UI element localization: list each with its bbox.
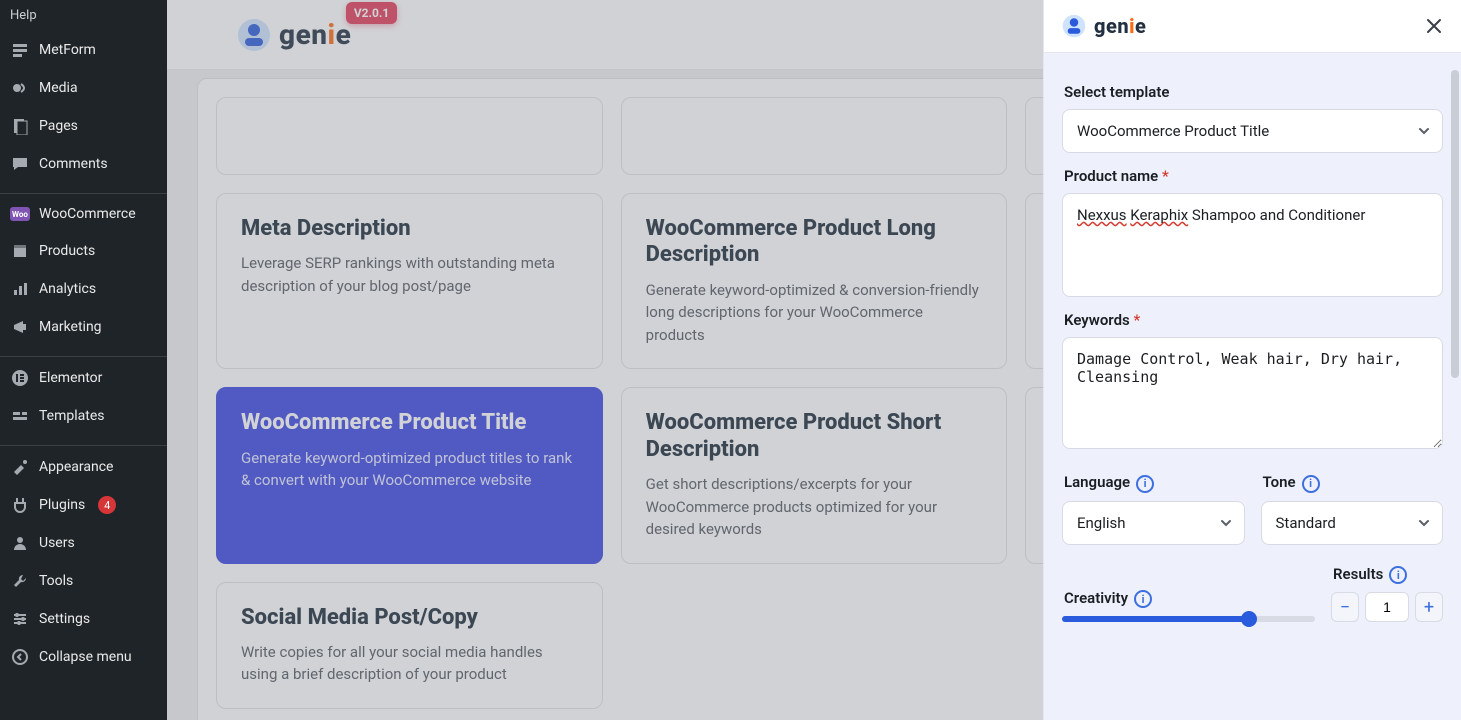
wp-items-container: MetForm Media Pages Comments Woo WooCommerce P… — [0, 31, 167, 676]
results-stepper: − + — [1331, 592, 1443, 622]
metform-icon — [10, 41, 30, 59]
panel-scrollbar[interactable] — [1451, 70, 1459, 712]
panel-header: genie — [1044, 0, 1461, 53]
collapse-icon — [10, 648, 30, 666]
marketing-icon — [10, 318, 30, 336]
sidebar-item-label: Appearance — [39, 459, 113, 475]
tone-select[interactable]: Standard — [1261, 501, 1444, 545]
sidebar-item-label: Analytics — [39, 281, 96, 297]
sidebar-item-label: Collapse menu — [39, 649, 132, 665]
panel-body: Select template WooCommerce Product Titl… — [1044, 53, 1461, 720]
sidebar-item-products[interactable]: Products — [0, 232, 167, 270]
sidebar-item-label: Templates — [39, 408, 105, 424]
sidebar-item-marketing[interactable]: Marketing — [0, 308, 167, 346]
sidebar-item-media[interactable]: Media — [0, 69, 167, 107]
sidebar-item-label: Users — [39, 535, 75, 551]
sidebar-item-pages[interactable]: Pages — [0, 107, 167, 145]
sidebar-item-label: WooCommerce — [39, 206, 136, 222]
plugins-icon — [10, 496, 30, 514]
panel-brand: genie — [1062, 14, 1146, 38]
results-label: Resultsi — [1333, 565, 1441, 585]
sidebar-item-label: Settings — [39, 611, 90, 627]
genie-avatar-icon — [1062, 14, 1086, 38]
product-name-label: Product name * — [1064, 167, 1441, 185]
sidebar-item-elementor[interactable]: Elementor — [0, 356, 167, 397]
info-icon[interactable]: i — [1136, 475, 1154, 493]
spellcheck-word-2: Keraphix — [1130, 206, 1188, 224]
creativity-label: Creativityi — [1064, 589, 1313, 609]
slider-knob[interactable] — [1241, 611, 1257, 627]
panel-brand-text: genie — [1094, 14, 1146, 38]
analytics-icon — [10, 280, 30, 298]
sidebar-item-label: Products — [39, 243, 95, 259]
close-icon[interactable] — [1425, 17, 1443, 35]
sidebar-item-tools[interactable]: Tools — [0, 562, 167, 600]
products-icon — [10, 242, 30, 260]
sidebar-item-label: Elementor — [39, 370, 102, 386]
tools-icon — [10, 572, 30, 590]
update-badge: 4 — [98, 496, 116, 514]
comments-icon — [10, 155, 30, 173]
sidebar-item-label: Plugins — [39, 497, 85, 513]
wp-admin-sidebar: Help MetForm Media Pages Comments Woo WooComm… — [0, 0, 167, 720]
creativity-slider[interactable] — [1062, 616, 1315, 622]
decrement-button[interactable]: − — [1331, 592, 1359, 622]
sidebar-item-label: Comments — [39, 156, 108, 172]
product-name-rest: Shampoo and Conditioner — [1188, 206, 1365, 224]
sidebar-item-woocommerce[interactable]: Woo WooCommerce — [0, 193, 167, 232]
sidebar-item-settings[interactable]: Settings — [0, 600, 167, 638]
increment-button[interactable]: + — [1415, 592, 1443, 622]
woo-icon: Woo — [10, 207, 30, 221]
sidebar-item-comments[interactable]: Comments — [0, 145, 167, 183]
sidebar-item-label: Tools — [39, 573, 73, 589]
sidebar-item-appearance[interactable]: Appearance — [0, 445, 167, 486]
help-link[interactable]: Help — [0, 0, 167, 31]
product-name-input[interactable]: Nexxus Keraphix Shampoo and Conditioner — [1062, 193, 1443, 297]
sidebar-item-metform[interactable]: MetForm — [0, 31, 167, 69]
info-icon[interactable]: i — [1134, 590, 1152, 608]
keywords-label: Keywords * — [1064, 311, 1441, 329]
sidebar-item-analytics[interactable]: Analytics — [0, 270, 167, 308]
language-label: Languagei — [1064, 473, 1243, 493]
media-icon — [10, 79, 30, 97]
settings-icon — [10, 610, 30, 628]
sidebar-item-users[interactable]: Users — [0, 524, 167, 562]
tone-label: Tonei — [1263, 473, 1442, 493]
scrollbar-thumb[interactable] — [1451, 70, 1459, 378]
spellcheck-word-1: Nexxus — [1077, 206, 1127, 224]
template-select-wrap: WooCommerce Product Title — [1062, 109, 1443, 153]
pages-icon — [10, 117, 30, 135]
sidebar-item-plugins[interactable]: Plugins 4 — [0, 486, 167, 524]
select-template-label: Select template — [1064, 83, 1441, 101]
sidebar-item-label: Pages — [39, 118, 78, 134]
sidebar-item-collapse-menu[interactable]: Collapse menu — [0, 638, 167, 676]
elementor-icon — [10, 369, 30, 387]
svg-text:Woo: Woo — [12, 210, 28, 219]
genie-side-panel: genie Select template WooCommerce Produc… — [1043, 0, 1461, 720]
sidebar-item-templates[interactable]: Templates — [0, 397, 167, 435]
info-icon[interactable]: i — [1389, 566, 1407, 584]
sidebar-item-label: Marketing — [39, 319, 102, 335]
language-select[interactable]: English — [1062, 501, 1245, 545]
sidebar-item-label: MetForm — [39, 42, 96, 58]
appearance-icon — [10, 458, 30, 476]
info-icon[interactable]: i — [1302, 475, 1320, 493]
sidebar-item-label: Media — [39, 80, 78, 96]
keywords-input[interactable] — [1062, 337, 1443, 449]
template-select[interactable]: WooCommerce Product Title — [1062, 109, 1443, 153]
users-icon — [10, 534, 30, 552]
templates-icon — [10, 407, 30, 425]
results-input[interactable] — [1365, 592, 1409, 622]
